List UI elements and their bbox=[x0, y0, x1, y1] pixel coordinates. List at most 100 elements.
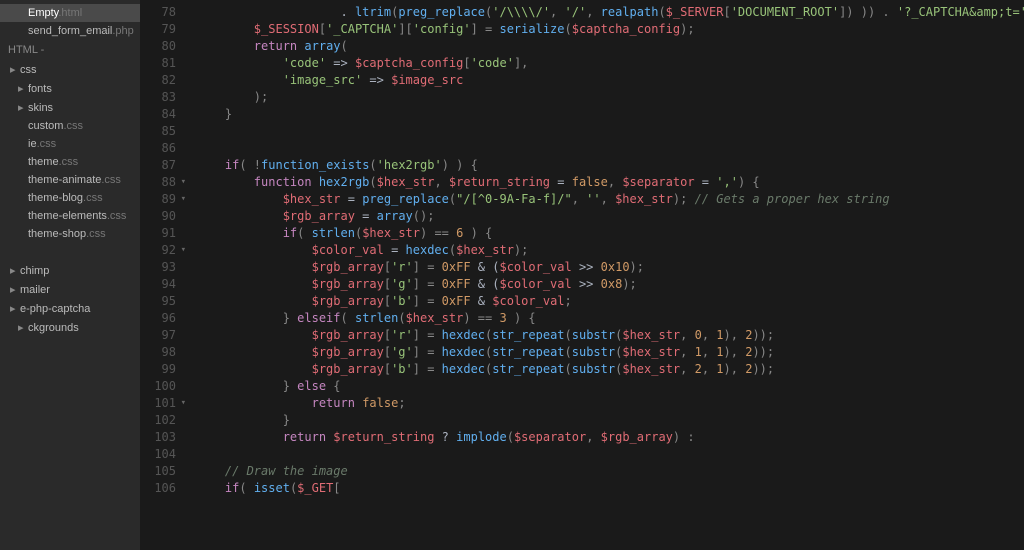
sidebar-file[interactable]: Empty.html bbox=[0, 4, 140, 22]
sidebar-file[interactable]: theme-shop.css bbox=[0, 225, 140, 243]
code-line[interactable]: $rgb_array['g'] = hexdec(str_repeat(subs… bbox=[184, 344, 1024, 361]
token-fn: array bbox=[304, 39, 340, 53]
line-number: 94 bbox=[140, 276, 184, 293]
token-punc: ] = bbox=[413, 260, 442, 274]
folder-icon: ▸ bbox=[18, 101, 28, 114]
code-line[interactable]: if( strlen($hex_str) == 6 ) { bbox=[184, 225, 1024, 242]
sidebar-folder[interactable]: ▸ckgrounds bbox=[0, 318, 140, 337]
sidebar-item-extension: .css bbox=[83, 192, 103, 204]
code-line[interactable]: . ltrim(preg_replace('/\\\\/', '/', real… bbox=[184, 4, 1024, 21]
code-line[interactable]: } else { bbox=[184, 378, 1024, 395]
code-line[interactable] bbox=[184, 123, 1024, 140]
token-var: $hex_str bbox=[377, 175, 435, 189]
sidebar-folder[interactable]: ▸css bbox=[0, 60, 140, 79]
token-punc: [ bbox=[384, 294, 391, 308]
token-var: $rgb_array bbox=[312, 345, 384, 359]
sidebar-file[interactable]: send_form_email.php bbox=[0, 22, 140, 40]
code-line[interactable]: $_SESSION['_CAPTCHA']['config'] = serial… bbox=[184, 21, 1024, 38]
token-punc: } bbox=[225, 107, 232, 121]
fold-marker-icon[interactable]: ▾ bbox=[181, 395, 186, 412]
code-line[interactable]: function hex2rgb($hex_str, $return_strin… bbox=[184, 174, 1024, 191]
token-var: $hex_str bbox=[456, 243, 514, 257]
folder-icon: ▸ bbox=[18, 321, 28, 334]
code-line[interactable]: $color_val = hexdec($hex_str); bbox=[184, 242, 1024, 259]
code-line[interactable]: 'image_src' => $image_src bbox=[184, 72, 1024, 89]
token-punc: ); bbox=[630, 260, 644, 274]
code-line[interactable] bbox=[184, 446, 1024, 463]
token-fn: str_repeat bbox=[492, 362, 564, 376]
token-op: = bbox=[550, 175, 572, 189]
token-fn: substr bbox=[572, 362, 615, 376]
code-line[interactable]: $rgb_array['b'] = hexdec(str_repeat(subs… bbox=[184, 361, 1024, 378]
token-punc: ); bbox=[673, 192, 695, 206]
code-line[interactable]: $rgb_array['g'] = 0xFF & ($color_val >> … bbox=[184, 276, 1024, 293]
sidebar-file[interactable]: theme.css bbox=[0, 153, 140, 171]
token-var: $color_val bbox=[499, 260, 571, 274]
code-line[interactable]: } elseif( strlen($hex_str) == 3 ) { bbox=[184, 310, 1024, 327]
token-var: $color_val bbox=[312, 243, 384, 257]
code-line[interactable]: $rgb_array['r'] = 0xFF & ($color_val >> … bbox=[184, 259, 1024, 276]
token-punc: [ bbox=[333, 481, 340, 495]
token-punc: (); bbox=[413, 209, 435, 223]
fold-marker-icon[interactable]: ▾ bbox=[181, 191, 186, 208]
token-punc: ] = bbox=[471, 22, 500, 36]
code-editor[interactable]: 7879808182838485868788▾89▾909192▾9394959… bbox=[140, 0, 1024, 550]
code-line[interactable]: 'code' => $captcha_config['code'], bbox=[184, 55, 1024, 72]
code-line[interactable]: $rgb_array['b'] = 0xFF & $color_val; bbox=[184, 293, 1024, 310]
sidebar-item-label: theme bbox=[28, 156, 59, 168]
token-fn: serialize bbox=[499, 22, 564, 36]
token-var: $hex_str bbox=[362, 226, 420, 240]
file-tree-sidebar[interactable]: Empty.htmlsend_form_email.phpHTML -▸css▸… bbox=[0, 0, 140, 550]
token-var: $_SESSION bbox=[254, 22, 319, 36]
code-line[interactable]: // Draw the image bbox=[184, 463, 1024, 480]
code-line[interactable]: return false; bbox=[184, 395, 1024, 412]
token-fn: hex2rgb bbox=[319, 175, 370, 189]
token-var: $return_string bbox=[333, 430, 434, 444]
sidebar-file[interactable] bbox=[0, 243, 140, 261]
code-line[interactable]: if( isset($_GET[ bbox=[184, 480, 1024, 497]
sidebar-item-label: skins bbox=[28, 102, 53, 114]
code-line[interactable]: $hex_str = preg_replace("/[^0-9A-Fa-f]/"… bbox=[184, 191, 1024, 208]
code-line[interactable]: ); bbox=[184, 89, 1024, 106]
token-punc: ), bbox=[724, 362, 746, 376]
sidebar-folder[interactable]: ▸skins bbox=[0, 98, 140, 117]
sidebar-item-extension: .css bbox=[37, 138, 57, 150]
sidebar-item-label: theme-elements bbox=[28, 210, 107, 222]
code-line[interactable]: return $return_string ? implode($separat… bbox=[184, 429, 1024, 446]
sidebar-item-label: theme-animate bbox=[28, 174, 101, 186]
sidebar-item-label: theme-shop bbox=[28, 228, 86, 240]
token-kw: return bbox=[254, 39, 297, 53]
sidebar-folder[interactable]: ▸fonts bbox=[0, 79, 140, 98]
code-area[interactable]: . ltrim(preg_replace('/\\\\/', '/', real… bbox=[184, 0, 1024, 550]
code-line[interactable]: $rgb_array['r'] = hexdec(str_repeat(subs… bbox=[184, 327, 1024, 344]
token-punc: , bbox=[680, 345, 694, 359]
sidebar-section-heading: HTML - bbox=[0, 40, 140, 60]
code-line[interactable]: } bbox=[184, 106, 1024, 123]
sidebar-item-label: custom bbox=[28, 120, 63, 132]
code-line[interactable]: return array( bbox=[184, 38, 1024, 55]
fold-marker-icon[interactable]: ▾ bbox=[181, 174, 186, 191]
sidebar-folder[interactable]: ▸mailer bbox=[0, 280, 140, 299]
line-number: 84 bbox=[140, 106, 184, 123]
sidebar-file[interactable]: theme-elements.css bbox=[0, 207, 140, 225]
sidebar-file[interactable]: ie.css bbox=[0, 135, 140, 153]
sidebar-folder[interactable]: ▸e-php-captcha bbox=[0, 299, 140, 318]
sidebar-file[interactable]: theme-blog.css bbox=[0, 189, 140, 207]
code-line[interactable]: } bbox=[184, 412, 1024, 429]
sidebar-file[interactable]: custom.css bbox=[0, 117, 140, 135]
sidebar-item-label: mailer bbox=[20, 284, 50, 296]
token-op: >> bbox=[572, 277, 601, 291]
token-num: 2 bbox=[695, 362, 702, 376]
token-fn: str_repeat bbox=[492, 328, 564, 342]
token-var: $_GET bbox=[297, 481, 333, 495]
token-punc: ( bbox=[565, 328, 572, 342]
sidebar-folder[interactable]: ▸chimp bbox=[0, 261, 140, 280]
sidebar-file[interactable]: theme-animate.css bbox=[0, 171, 140, 189]
folder-icon: ▸ bbox=[10, 63, 20, 76]
token-num: 0xFF bbox=[442, 294, 471, 308]
token-fn: isset bbox=[254, 481, 290, 495]
code-line[interactable] bbox=[184, 140, 1024, 157]
code-line[interactable]: $rgb_array = array(); bbox=[184, 208, 1024, 225]
fold-marker-icon[interactable]: ▾ bbox=[181, 242, 186, 259]
code-line[interactable]: if( !function_exists('hex2rgb') ) { bbox=[184, 157, 1024, 174]
